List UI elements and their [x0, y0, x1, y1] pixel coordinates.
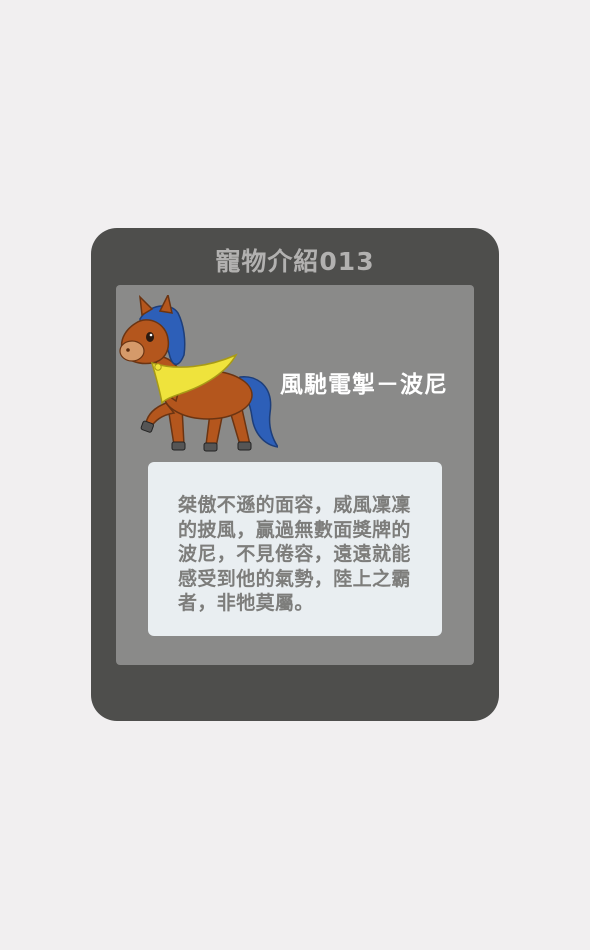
description-box: 桀傲不遜的面容，威風凜凜的披風，贏過無數面獎牌的波尼，不見倦容，遠遠就能感受到他…: [148, 462, 442, 636]
card-title: 寵物介紹013: [215, 247, 375, 276]
pet-description: 桀傲不遜的面容，威風凜凜的披風，贏過無數面獎牌的波尼，不見倦容，遠遠就能感受到他…: [178, 494, 411, 614]
pet-detail-panel: 風馳電掣－波尼 桀傲不遜的面容，威風凜凜的披風，贏過無數面獎牌的波尼，不見倦容，…: [116, 285, 474, 665]
horse-illustration-icon: [119, 295, 278, 452]
pet-name: 風馳電掣－波尼: [280, 372, 448, 398]
pet-intro-card: 寵物介紹013 風馳電掣－波尼 桀傲不遜的面容，威風凜凜的披風，贏過無數面獎牌的…: [91, 228, 499, 721]
